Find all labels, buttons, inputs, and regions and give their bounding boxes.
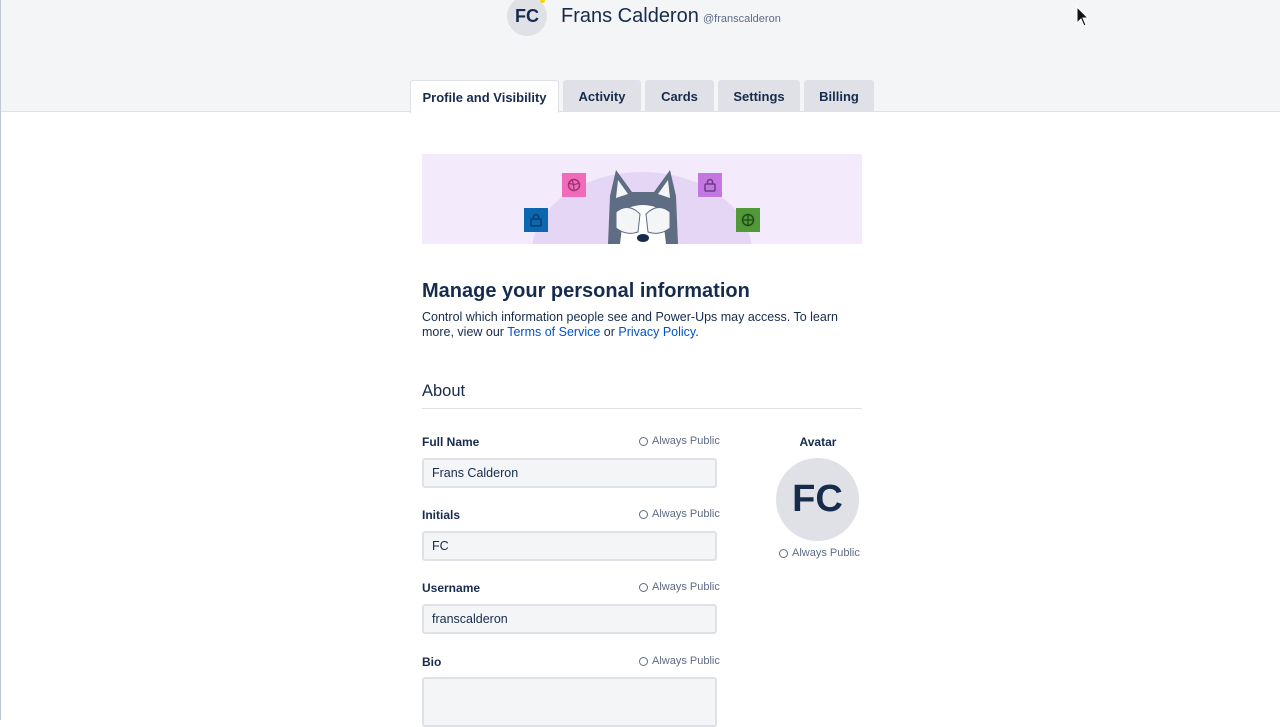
visibility-text: Always Public — [652, 581, 720, 593]
bio-label: Bio — [422, 655, 442, 669]
full-name-label: Full Name — [422, 435, 480, 449]
lock-icon-blue — [524, 208, 548, 232]
globe-icon — [639, 582, 648, 592]
header-avatar-initials: FC — [515, 5, 539, 26]
avatar-visibility: Always Public — [779, 547, 860, 559]
profile-handle: @franscalderon — [703, 13, 781, 25]
visibility-text: Always Public — [792, 547, 860, 559]
tab-settings[interactable]: Settings — [718, 80, 800, 112]
avatar-initials: FC — [792, 478, 843, 520]
globe-icon — [639, 656, 648, 666]
full-name-visibility: Always Public — [639, 435, 720, 447]
profile-name: Frans Calderon — [561, 5, 699, 27]
tab-cards[interactable]: Cards — [645, 80, 714, 112]
globe-icon — [639, 509, 648, 519]
section-divider — [422, 408, 862, 409]
profile-tabs: Profile and Visibility Activity Cards Se… — [0, 80, 1280, 113]
username-visibility: Always Public — [639, 581, 720, 593]
privacy-hero-illustration — [422, 154, 862, 244]
intro-description: Control which information people see and… — [422, 310, 862, 340]
dribbble-icon — [562, 173, 586, 197]
globe-icon — [779, 548, 788, 558]
tab-activity[interactable]: Activity — [563, 80, 641, 112]
avatar-button[interactable]: FC — [776, 458, 859, 541]
initials-label: Initials — [422, 508, 461, 522]
tab-billing[interactable]: Billing — [804, 80, 874, 112]
husky-mascot-icon — [608, 170, 678, 244]
lock-icon — [698, 173, 722, 197]
about-section-title: About — [422, 382, 466, 400]
bio-visibility: Always Public — [639, 655, 720, 667]
status-dot — [540, 0, 545, 3]
username-field[interactable] — [422, 604, 717, 634]
terms-of-service-link[interactable]: Terms of Service — [507, 325, 600, 339]
privacy-policy-link[interactable]: Privacy Policy — [618, 325, 695, 339]
initials-field[interactable] — [422, 531, 717, 561]
visibility-text: Always Public — [652, 508, 720, 520]
avatar-label: Avatar — [799, 435, 837, 449]
visibility-text: Always Public — [652, 655, 720, 667]
visibility-text: Always Public — [652, 435, 720, 447]
tab-profile-and-visibility[interactable]: Profile and Visibility — [410, 80, 559, 113]
globe-icon — [639, 436, 648, 446]
initials-visibility: Always Public — [639, 508, 720, 520]
full-name-field[interactable] — [422, 458, 717, 488]
page-title: Manage your personal information — [422, 280, 750, 302]
intro-text-or: or — [600, 325, 619, 339]
username-label: Username — [422, 581, 481, 595]
mouse-pointer-icon — [1076, 6, 1090, 27]
header-avatar[interactable]: FC — [507, 0, 547, 36]
intro-text-end: . — [695, 325, 699, 339]
dribbble-icon-green — [736, 208, 760, 232]
